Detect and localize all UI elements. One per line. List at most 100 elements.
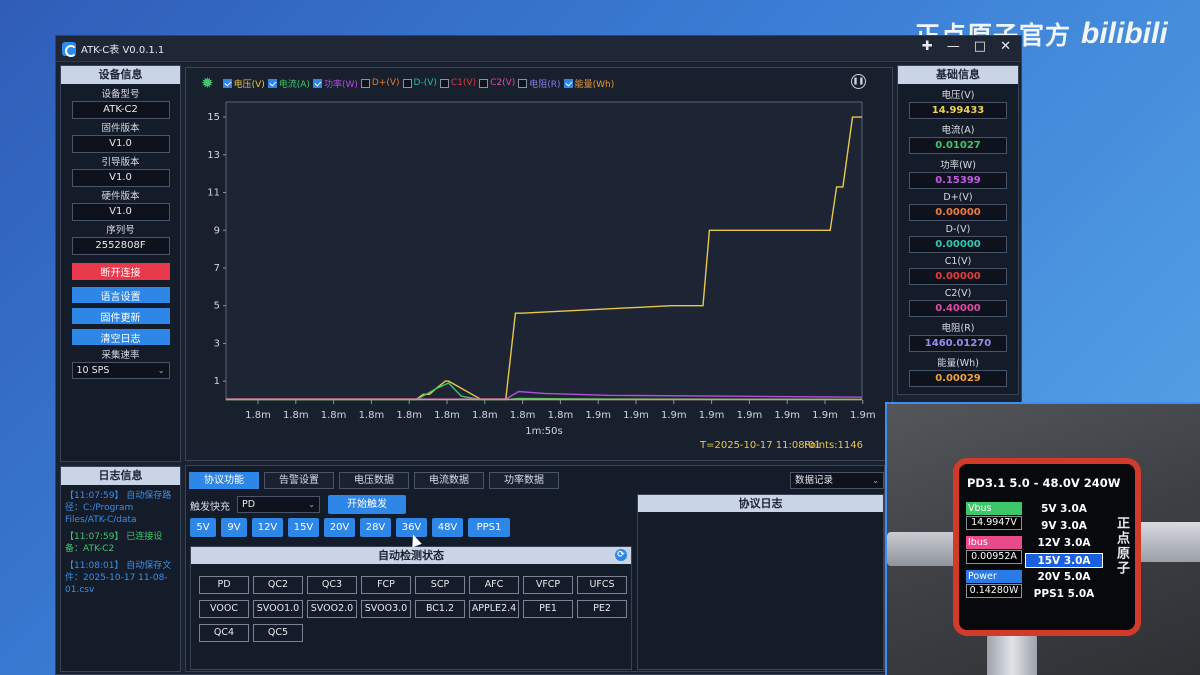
protocol-item[interactable]: FCP <box>361 576 411 594</box>
protocol-item[interactable]: QC5 <box>253 624 303 642</box>
tab-alarm[interactable]: 告警设置 <box>264 472 334 489</box>
voltage-button[interactable]: 15V <box>288 518 319 537</box>
protocol-item[interactable]: PD <box>199 576 249 594</box>
basic-field-value: 0.40000 <box>909 300 1007 317</box>
start-trigger-button[interactable]: 开始触发 <box>328 495 406 514</box>
screen-option: 15V 3.0A <box>1025 553 1103 568</box>
vbus-value: 14.9947V <box>966 516 1022 530</box>
x-center-label: 1m:50s <box>525 426 562 437</box>
basic-field-value: 0.00029 <box>909 370 1007 387</box>
y-tick-label: 3 <box>214 338 220 349</box>
log-entry: 【11:07:59】 自动保存路径：C:/Program Files/ATK-C… <box>65 491 172 525</box>
language-settings-button[interactable]: 语言设置 <box>71 287 170 303</box>
x-tick-label: 1.8m <box>245 410 271 421</box>
tab-voltage-data[interactable]: 电压数据 <box>339 472 409 489</box>
basic-info-panel: 基础信息 电压(V) 14.99433 电流(A) 0.01027 功率(W) 0.153… <box>897 65 1019 395</box>
window-title: ATK-C表 V0.0.1.1 <box>81 45 165 56</box>
protocol-item[interactable]: UFCS <box>577 576 627 594</box>
y-tick-label: 13 <box>207 150 220 161</box>
device-field-value: V1.0 <box>71 203 170 221</box>
x-tick-label: 1.8m <box>510 410 536 421</box>
x-tick-label: 1.8m <box>434 410 460 421</box>
protocol-item[interactable]: PE2 <box>577 600 627 618</box>
sample-rate-label: 采集速率 <box>101 350 140 361</box>
firmware-update-button[interactable]: 固件更新 <box>71 308 170 324</box>
voltage-button[interactable]: 28V <box>360 518 391 537</box>
x-tick-label: 1.9m <box>774 410 800 421</box>
protocol-item[interactable]: SVOO2.0 <box>307 600 357 618</box>
basic-field-label: D-(V) <box>945 224 971 235</box>
basic-field-value: 0.01027 <box>909 137 1007 154</box>
tab-current-data[interactable]: 电流数据 <box>414 472 484 489</box>
bilibili-logo: bilibili <box>1081 17 1168 50</box>
refresh-icon[interactable]: ⟳ <box>615 549 627 561</box>
device-field-label: 硬件版本 <box>101 191 140 202</box>
voltage-button[interactable]: 20V <box>324 518 355 537</box>
usb-tester-device: PD3.1 5.0 - 48.0V 240W Vbus 14.9947V Ibu… <box>953 458 1141 636</box>
power-value: 0.14280W <box>966 584 1022 598</box>
voltage-button[interactable]: PPS1 <box>468 518 510 537</box>
tab-protocol[interactable]: 协议功能 <box>189 472 259 489</box>
usb-cable-bottom <box>987 632 1037 675</box>
protocol-item[interactable]: SCP <box>415 576 465 594</box>
device-brand: 正点原子 <box>1114 516 1129 576</box>
device-field-value: V1.0 <box>71 169 170 187</box>
protocol-item[interactable]: QC2 <box>253 576 303 594</box>
x-tick-label: 1.8m <box>472 410 498 421</box>
voltage-button[interactable]: 5V <box>190 518 216 537</box>
log-entry: 【11:07:59】 已连接设备：ATK-C2 <box>65 532 163 554</box>
power-label: Power <box>966 570 1022 583</box>
device-field-value: 2552808F <box>71 237 170 255</box>
basic-field-label: 电压(V) <box>941 90 975 101</box>
trigger-label: 触发快充 <box>190 502 230 513</box>
tab-power-data[interactable]: 功率数据 <box>489 472 559 489</box>
x-tick-label: 1.8m <box>359 410 385 421</box>
protocol-item[interactable]: SVOO1.0 <box>253 600 303 618</box>
maximize-icon[interactable]: □ <box>974 39 986 54</box>
voltage-button[interactable]: 9V <box>221 518 247 537</box>
device-photo: PD3.1 5.0 - 48.0V 240W Vbus 14.9947V Ibu… <box>885 402 1200 675</box>
protocol-item[interactable]: VFCP <box>523 576 573 594</box>
y-tick-label: 15 <box>207 112 220 123</box>
screen-option: 12V 3.0A <box>1037 537 1091 549</box>
protocol-item[interactable]: SVOO3.0 <box>361 600 411 618</box>
app-logo-icon <box>62 41 77 57</box>
protocol-item[interactable]: APPLE2.4 <box>469 600 519 618</box>
log-entry: 【11:08:01】 自动保存文件：2025-10-17 11-08-01.cs… <box>65 561 172 595</box>
voltage-button[interactable]: 12V <box>252 518 283 537</box>
x-tick-label: 1.8m <box>548 410 574 421</box>
sample-rate-select[interactable]: 10 SPS ⌄ <box>71 362 170 379</box>
minimize-icon[interactable]: — <box>947 39 960 54</box>
close-icon[interactable]: ✕ <box>1000 39 1011 54</box>
basic-info-title: 基础信息 <box>898 66 1018 84</box>
screen-option: 5V 3.0A <box>1041 503 1087 515</box>
protocol-item[interactable]: AFC <box>469 576 519 594</box>
basic-field-label: D+(V) <box>943 192 973 203</box>
device-field-label: 引导版本 <box>101 157 140 168</box>
protocol-item[interactable]: PE1 <box>523 600 573 618</box>
device-field-label: 固件版本 <box>101 123 140 134</box>
log-title: 日志信息 <box>61 467 180 485</box>
clear-log-button[interactable]: 清空日志 <box>71 329 170 345</box>
basic-field-label: 功率(W) <box>940 160 976 171</box>
basic-field-label: 能量(Wh) <box>937 358 979 369</box>
y-tick-label: 11 <box>207 188 220 199</box>
protocol-item[interactable]: BC1.2 <box>415 600 465 618</box>
record-select[interactable]: 数据记录 ⌄ <box>790 472 884 489</box>
voltage-button[interactable]: 48V <box>432 518 463 537</box>
record-select-value: 数据记录 <box>795 475 834 486</box>
protocol-item[interactable]: VOOC <box>199 600 249 618</box>
basic-field-value: 14.99433 <box>909 102 1007 119</box>
x-tick-label: 1.8m <box>396 410 422 421</box>
x-tick-label: 1.9m <box>812 410 838 421</box>
x-tick-label: 1.9m <box>623 410 649 421</box>
x-tick-label: 1.9m <box>737 410 763 421</box>
trigger-protocol-select[interactable]: PD ⌄ <box>237 496 320 513</box>
protocol-item[interactable]: QC4 <box>199 624 249 642</box>
disconnect-button[interactable]: 断开连接 <box>71 263 170 280</box>
chevron-down-icon: ⌄ <box>872 476 879 485</box>
protocol-item[interactable]: QC3 <box>307 576 357 594</box>
chevron-down-icon: ⌄ <box>308 500 315 509</box>
basic-field-label: C2(V) <box>944 288 972 299</box>
pin-icon[interactable]: ✚ <box>922 39 933 54</box>
